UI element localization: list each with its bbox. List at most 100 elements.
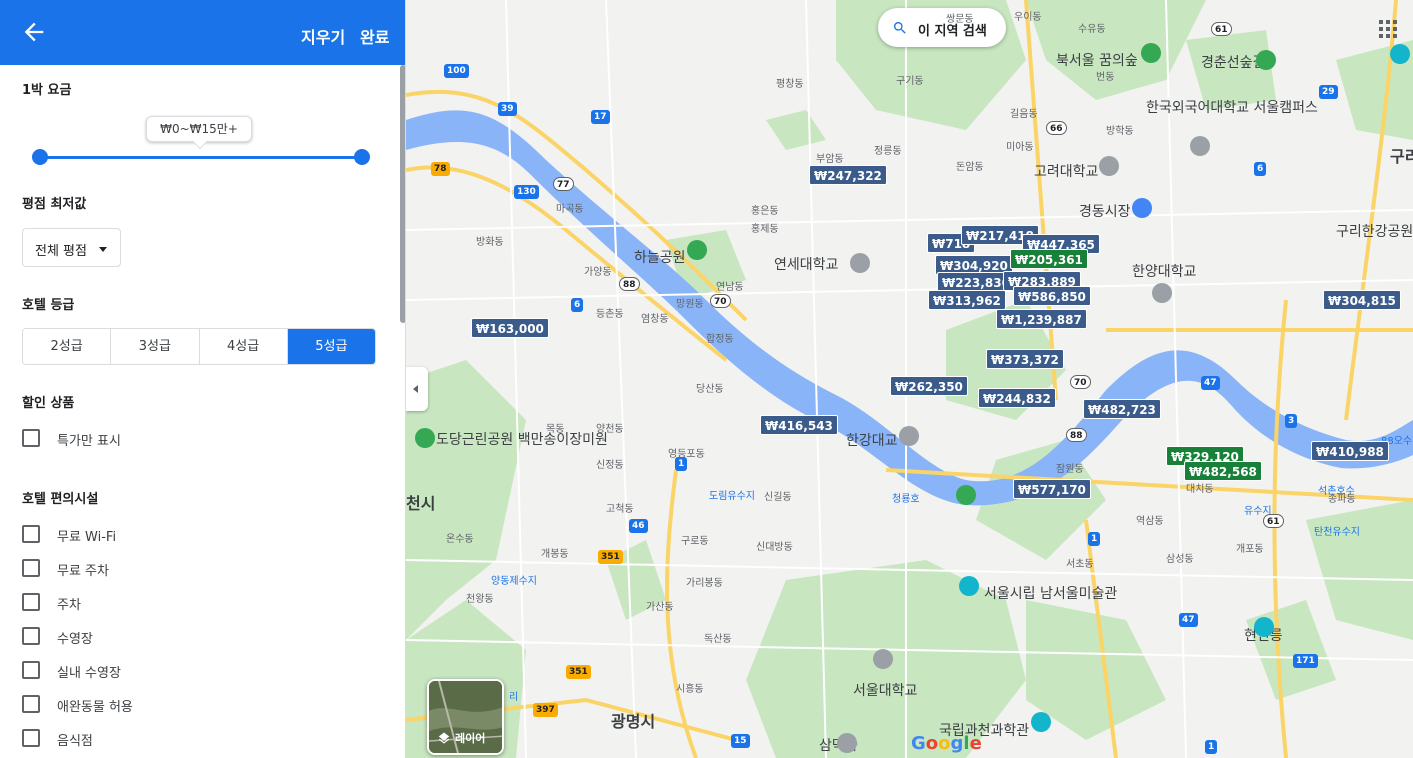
layer-toggle-button[interactable]: 레이어: [427, 679, 504, 755]
road-shield: 39: [498, 102, 517, 116]
university-icon[interactable]: [1190, 136, 1210, 156]
university-icon[interactable]: [1152, 283, 1172, 303]
price-slider-max-handle[interactable]: [354, 149, 370, 165]
price-slider-min-handle[interactable]: [32, 149, 48, 165]
checkbox-box[interactable]: [22, 559, 40, 577]
district-label: 대치동: [1186, 484, 1214, 495]
park-icon[interactable]: [1256, 50, 1276, 70]
road-shield: 397: [533, 703, 558, 717]
museum-icon[interactable]: [1031, 712, 1051, 732]
collapse-panel-button[interactable]: [406, 367, 428, 411]
checkbox-label: 무료 Wi-Fi: [57, 530, 117, 545]
filter-header: 지우기 완료: [0, 0, 405, 65]
temple-icon[interactable]: [837, 733, 857, 753]
search-this-area-button[interactable]: 이 지역 검색: [878, 8, 1006, 47]
road-shield: 47: [1179, 613, 1198, 627]
hotel-class-4star[interactable]: 4성급: [199, 329, 288, 364]
district-label: 역삼동: [1136, 516, 1164, 527]
city-label: 천시: [406, 494, 436, 513]
hotel-price-marker[interactable]: ₩313,962: [928, 290, 1006, 310]
place-label: 리: [509, 692, 519, 703]
hotel-price-marker[interactable]: ₩482,568: [1184, 461, 1262, 481]
district-label: 망원동: [676, 299, 704, 310]
hotel-class-2star[interactable]: 2성급: [23, 329, 112, 364]
price-section-title: 1박 요금: [22, 83, 72, 98]
hotel-price-marker[interactable]: ₩482,723: [1083, 399, 1161, 419]
road-shield: 29: [1319, 85, 1338, 99]
done-button[interactable]: 완료: [360, 24, 389, 48]
hotel-price-marker[interactable]: ₩244,832: [978, 388, 1056, 408]
hotel-price-marker[interactable]: ₩247,322: [809, 165, 887, 185]
shopping-icon[interactable]: [1132, 198, 1152, 218]
hotel-price-marker[interactable]: ₩410,988: [1311, 441, 1389, 461]
road-shield: 77: [553, 177, 574, 191]
university-icon[interactable]: [873, 649, 893, 669]
place-label: 도림유수지: [709, 491, 755, 502]
place-label: 고려대학교: [1034, 164, 1099, 180]
hotel-price-marker[interactable]: ₩205,361: [1010, 249, 1088, 269]
district-label: 목동: [546, 424, 565, 435]
arrow-back-icon[interactable]: [20, 18, 48, 46]
road-shield: 70: [1070, 375, 1091, 389]
university-icon[interactable]: [1099, 156, 1119, 176]
price-range-label: ₩0~₩15만+: [146, 116, 252, 142]
checkbox-label: 특가만 표시: [57, 434, 121, 449]
landmark-icon[interactable]: [899, 426, 919, 446]
checkbox-box[interactable]: [22, 525, 40, 543]
rating-dropdown-value: 전체 평점: [35, 244, 87, 259]
park-icon[interactable]: [687, 240, 707, 260]
district-label: 온수동: [446, 534, 474, 545]
hotel-price-marker[interactable]: ₩163,000: [471, 318, 549, 338]
park-icon[interactable]: [1390, 44, 1410, 64]
park-icon[interactable]: [956, 485, 976, 505]
hotel-price-marker[interactable]: ₩586,850: [1013, 286, 1091, 306]
district-label: 고척동: [606, 504, 634, 515]
checkbox-box[interactable]: [22, 593, 40, 611]
city-label: 광명시: [611, 712, 656, 731]
filter-panel: 지우기 완료 1박 요금 ₩0~₩15만+ 평점 최저값 전체 평점 호텔 등급…: [0, 0, 406, 758]
city-label: 구리: [1390, 147, 1413, 166]
hotel-class-3star[interactable]: 3성급: [111, 329, 200, 364]
district-label: 미아동: [1006, 142, 1034, 153]
road-shield: 61: [1263, 514, 1284, 528]
district-label: 서초동: [1066, 559, 1094, 570]
district-label: 개포동: [1236, 544, 1264, 555]
park-icon[interactable]: [1141, 43, 1161, 63]
hotel-price-marker[interactable]: ₩373,372: [986, 349, 1064, 369]
checkbox-box[interactable]: [22, 429, 40, 447]
checkbox-box[interactable]: [22, 695, 40, 713]
place-label: 도당근린공원 백만송이장미원: [436, 432, 608, 448]
price-slider-track[interactable]: [40, 156, 362, 159]
road-shield: 171: [1293, 654, 1318, 668]
hotel-class-5star[interactable]: 5성급: [287, 329, 375, 364]
university-icon[interactable]: [850, 253, 870, 273]
apps-grid-icon[interactable]: [1379, 20, 1397, 38]
layers-icon: [438, 732, 450, 744]
district-label: 신정동: [596, 460, 624, 471]
checkbox-box[interactable]: [22, 627, 40, 645]
checkbox-box[interactable]: [22, 661, 40, 679]
district-label: 마곡동: [556, 204, 584, 215]
hotel-price-marker[interactable]: ₩577,170: [1013, 479, 1091, 499]
park-icon[interactable]: [415, 428, 435, 448]
museum-icon[interactable]: [959, 576, 979, 596]
rating-dropdown[interactable]: 전체 평점: [22, 228, 121, 267]
landmark-icon[interactable]: [1254, 617, 1274, 637]
road-shield: 61: [1211, 22, 1232, 36]
checkbox-label: 실내 수영장: [57, 666, 121, 681]
hotel-price-marker[interactable]: ₩304,815: [1323, 290, 1401, 310]
hotel-price-marker[interactable]: ₩1,239,887: [996, 309, 1087, 329]
road-shield: 130: [514, 185, 539, 199]
checkbox-label: 주차: [57, 598, 81, 613]
district-label: 돈암동: [956, 162, 984, 173]
road-shield: 88: [619, 277, 640, 291]
district-label: 당산동: [696, 384, 724, 395]
clear-button[interactable]: 지우기: [301, 24, 345, 48]
district-label: 구기동: [896, 76, 924, 87]
map-canvas[interactable]: 이 지역 검색 북서울 꿈의숲 경춘선숲길 한국외국어대학교 서울캠퍼스 고려대…: [406, 0, 1413, 758]
hotel-price-marker[interactable]: ₩262,350: [890, 376, 968, 396]
district-label: 평창동: [776, 79, 804, 90]
district-label: 홍은동: [751, 206, 779, 217]
hotel-price-marker[interactable]: ₩416,543: [760, 415, 838, 435]
checkbox-box[interactable]: [22, 729, 40, 747]
